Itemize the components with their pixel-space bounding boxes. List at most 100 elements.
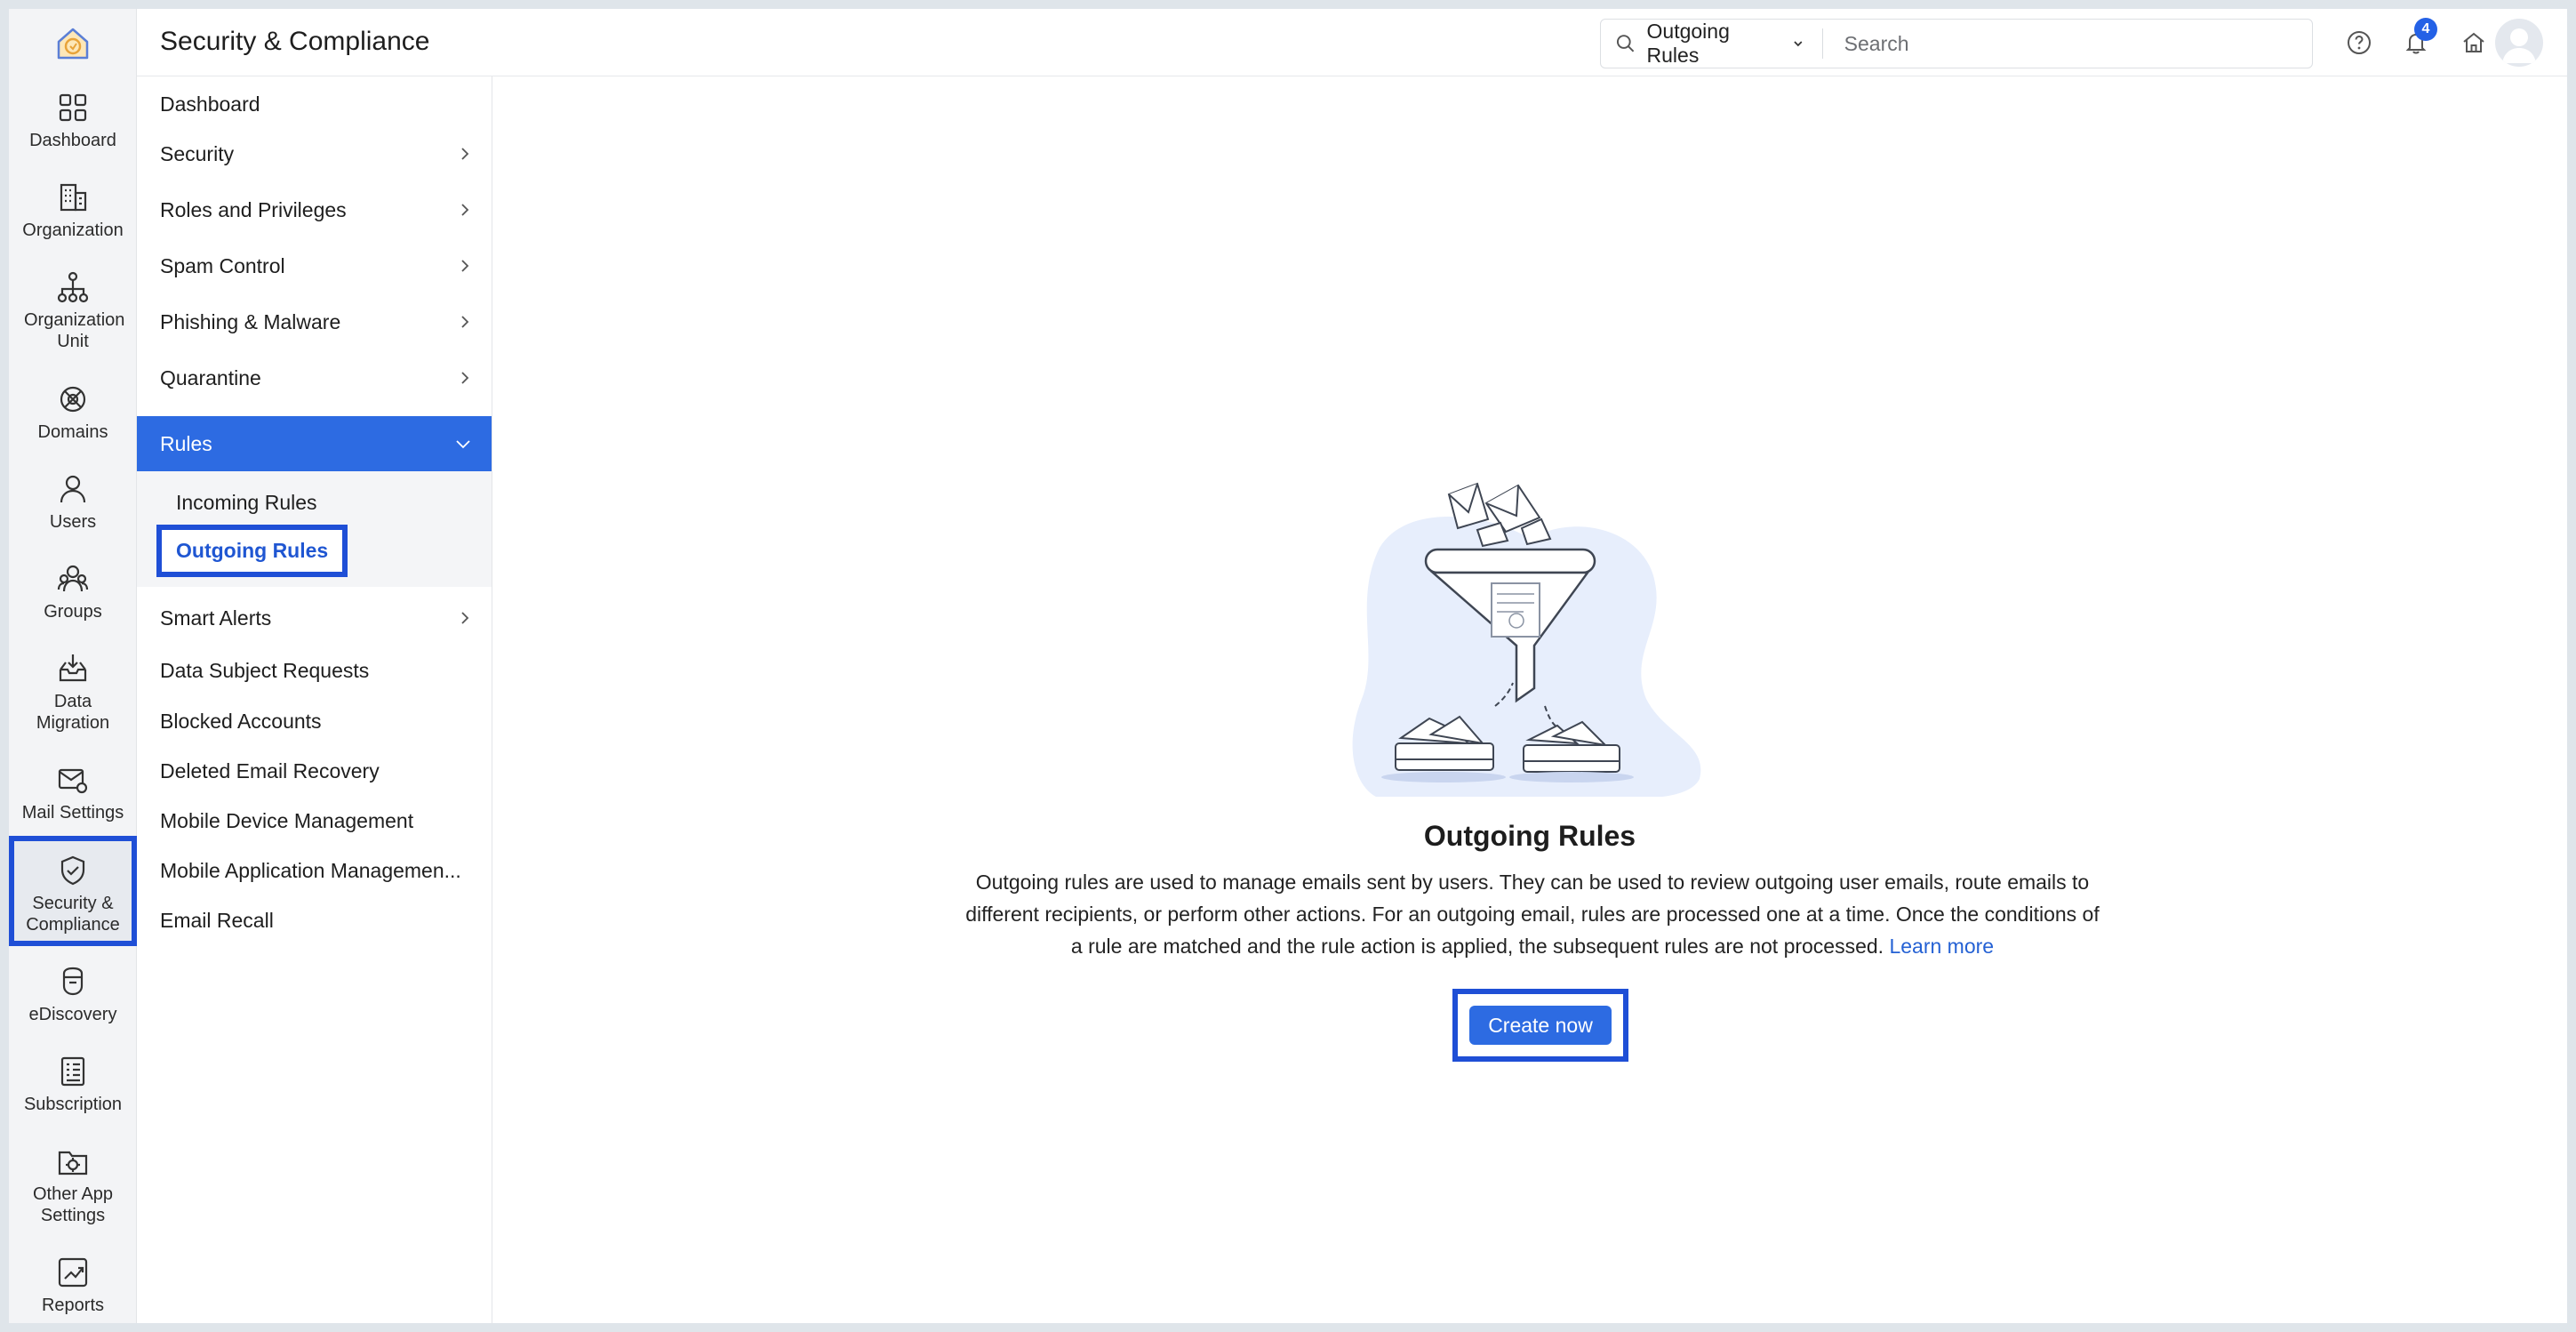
subnav-label: Rules xyxy=(160,431,212,455)
subnav-item-email-recall[interactable]: Email Recall xyxy=(137,893,492,948)
search-scope-label: Outgoing Rules xyxy=(1646,20,1730,67)
rail-item-dashboard[interactable]: Dashboard xyxy=(9,91,137,151)
organization-icon xyxy=(60,183,87,212)
empty-state-title: Outgoing Rules xyxy=(1423,820,1636,852)
domains-icon xyxy=(60,386,86,413)
create-now-highlight: Create now xyxy=(1452,989,1628,1062)
chevron-right-icon xyxy=(461,204,469,216)
rail-item-users[interactable]: Users xyxy=(9,472,137,533)
subnav-label: Mobile Device Management xyxy=(160,808,414,832)
settings-subnav: Dashboard Security Roles and Privileges … xyxy=(137,76,492,1323)
chevron-down-icon xyxy=(1794,41,1803,47)
submenu-item-incoming-rules[interactable]: Incoming Rules xyxy=(176,491,317,515)
search-scope-dropdown[interactable]: Outgoing Rules xyxy=(1601,20,1823,67)
search-icon xyxy=(1616,35,1635,52)
subnav-label: Smart Alerts xyxy=(160,606,272,630)
subnav-label: Mobile Application Managemen... xyxy=(160,858,461,882)
rail-label: Reports xyxy=(41,1296,105,1315)
app-logo[interactable] xyxy=(9,9,137,78)
app-rail: Dashboard Organization Organization Unit… xyxy=(9,9,137,1323)
page-title: Security & Compliance xyxy=(160,27,430,56)
rail-item-ediscovery[interactable]: eDiscovery xyxy=(9,965,137,1025)
rail-item-mail-settings[interactable]: Mail Settings xyxy=(9,763,137,823)
rail-label: Organization xyxy=(22,221,124,240)
subnav-item-rules[interactable]: Rules xyxy=(137,416,492,471)
subnav-item-phishing-malware[interactable]: Phishing & Malware xyxy=(137,294,492,349)
subnav-label: Dashboard xyxy=(160,92,260,116)
subnav-label: Spam Control xyxy=(160,253,285,277)
chevron-right-icon xyxy=(461,148,469,160)
help-icon[interactable] xyxy=(2341,25,2377,60)
subnav-label: Email Recall xyxy=(160,908,274,932)
logo-icon xyxy=(57,28,89,60)
subnav-item-blocked-accounts[interactable]: Blocked Accounts xyxy=(137,694,492,749)
chevron-right-icon xyxy=(461,316,469,328)
submenu-item-outgoing-rules[interactable]: Outgoing Rules xyxy=(156,525,348,577)
subnav-item-dashboard[interactable]: Dashboard xyxy=(137,76,492,132)
rail-item-groups[interactable]: Groups xyxy=(9,562,137,622)
rail-item-other-app-settings[interactable]: Other App Settings xyxy=(9,1144,137,1226)
ediscovery-icon xyxy=(62,967,84,996)
rail-label: Organization Unit xyxy=(24,310,125,351)
app-window: Dashboard Organization Organization Unit… xyxy=(9,9,2567,1323)
subnav-item-data-subject-requests[interactable]: Data Subject Requests xyxy=(137,643,492,698)
shield-icon xyxy=(60,855,85,886)
subnav-label: Quarantine xyxy=(160,365,261,389)
subnav-item-security[interactable]: Security xyxy=(137,126,492,181)
main-content: Outgoing Rules Outgoing rules are used t… xyxy=(492,76,2567,1323)
learn-more-link[interactable]: Learn more xyxy=(1889,935,1994,958)
rail-label: Groups xyxy=(44,602,102,622)
mail-settings-icon xyxy=(58,768,88,794)
rail-item-subscription[interactable]: Subscription xyxy=(9,1055,137,1115)
reports-icon xyxy=(58,1257,88,1288)
subnav-item-deleted-email-recovery[interactable]: Deleted Email Recovery xyxy=(137,743,492,798)
avatar[interactable] xyxy=(2495,19,2543,67)
groups-icon xyxy=(57,565,89,592)
rules-submenu: Incoming Rules Outgoing Rules xyxy=(137,471,492,587)
rail-item-data-migration[interactable]: Data Migration xyxy=(9,652,137,734)
subnav-label: Data Subject Requests xyxy=(160,658,370,682)
rail-label: Dashboard xyxy=(29,131,116,150)
home-icon[interactable] xyxy=(2456,25,2492,60)
rail-item-domains[interactable]: Domains xyxy=(9,382,137,443)
subnav-item-roles-privileges[interactable]: Roles and Privileges xyxy=(137,182,492,237)
subnav-item-smart-alerts[interactable]: Smart Alerts xyxy=(137,590,492,646)
rail-label: Domains xyxy=(37,422,108,442)
app-settings-icon xyxy=(58,1151,88,1176)
rail-item-organization[interactable]: Organization xyxy=(9,181,137,241)
subnav-label: Blocked Accounts xyxy=(160,709,322,733)
data-migration-icon xyxy=(59,654,87,682)
chevron-right-icon xyxy=(461,260,469,272)
subnav-item-mobile-device-management[interactable]: Mobile Device Management xyxy=(137,793,492,848)
rail-label: Subscription xyxy=(23,1095,123,1114)
users-icon xyxy=(60,475,86,503)
rail-item-reports[interactable]: Reports xyxy=(9,1256,137,1316)
top-header: Security & Compliance Outgoing Rules 4 xyxy=(137,9,2567,76)
chevron-right-icon xyxy=(461,612,469,624)
subnav-item-quarantine[interactable]: Quarantine xyxy=(137,350,492,405)
user-avatar-icon xyxy=(2502,28,2536,63)
chevron-down-icon xyxy=(456,440,470,449)
rail-label: Users xyxy=(49,512,97,532)
search-bar: Outgoing Rules xyxy=(1600,19,2313,68)
subnav-item-spam-control[interactable]: Spam Control xyxy=(137,238,492,293)
rail-item-organization-unit[interactable]: Organization Unit xyxy=(9,270,137,352)
chevron-right-icon xyxy=(461,372,469,384)
org-unit-icon xyxy=(57,271,89,303)
rail-label: Security & Compliance xyxy=(26,894,120,935)
subscription-icon xyxy=(60,1056,85,1087)
subnav-label: Roles and Privileges xyxy=(160,197,347,221)
notification-bell-icon[interactable]: 4 xyxy=(2398,18,2437,60)
rail-item-security-compliance[interactable]: Security & Compliance xyxy=(9,836,137,946)
subnav-label: Phishing & Malware xyxy=(160,309,341,333)
search-input[interactable] xyxy=(1822,24,2312,63)
notification-badge: 4 xyxy=(2414,18,2437,41)
rail-label: Other App Settings xyxy=(32,1184,114,1225)
rail-label: eDiscovery xyxy=(28,1005,117,1024)
funnel-illustration xyxy=(1352,482,1701,797)
rail-label: Mail Settings xyxy=(21,803,124,822)
dashboard-icon xyxy=(59,93,87,122)
rail-label: Data Migration xyxy=(36,692,110,733)
subnav-item-mobile-application-management[interactable]: Mobile Application Managemen... xyxy=(137,843,492,898)
create-now-button[interactable]: Create now xyxy=(1469,1006,1612,1045)
